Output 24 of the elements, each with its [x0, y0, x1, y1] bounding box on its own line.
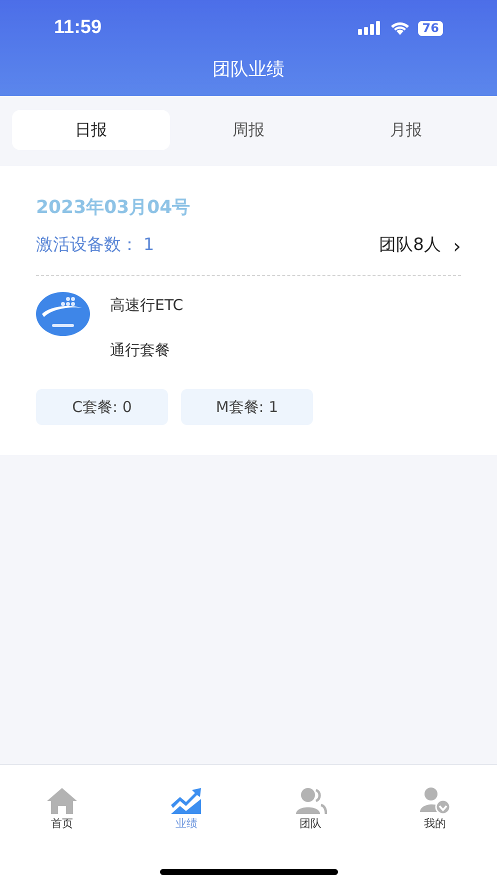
- product-name: 高速行ETC: [110, 295, 184, 316]
- home-icon: [46, 787, 78, 815]
- user-check-icon: [418, 787, 451, 815]
- report-tab[interactable]: 月报: [327, 110, 486, 150]
- team-link[interactable]: 团队8人 ›: [379, 231, 461, 261]
- nav-tab[interactable]: 我的: [372, 787, 497, 832]
- activated-count: 激活设备数： 1: [36, 234, 154, 258]
- battery-indicator: 76: [418, 20, 443, 36]
- report-date: 2023年03月04号: [36, 196, 192, 220]
- team-icon: [294, 787, 327, 815]
- wifi-icon: [390, 21, 410, 35]
- product-logo: [36, 292, 90, 336]
- package-count-tag: C套餐: 0: [36, 389, 168, 425]
- status-time: 11:59: [54, 16, 102, 40]
- signal-icon: [358, 21, 382, 35]
- package-count-tag: M套餐: 1: [181, 389, 313, 425]
- nav-tab[interactable]: 团队: [248, 787, 373, 832]
- report-tab[interactable]: 日报: [12, 110, 170, 150]
- nav-tab[interactable]: 首页: [0, 787, 124, 832]
- page-title: 团队业绩: [212, 58, 284, 82]
- chevron-icon: ›: [453, 231, 461, 261]
- trend-chart-icon: [170, 787, 202, 815]
- product-plan: 通行套餐: [110, 340, 171, 360]
- report-tab[interactable]: 周报: [170, 110, 328, 150]
